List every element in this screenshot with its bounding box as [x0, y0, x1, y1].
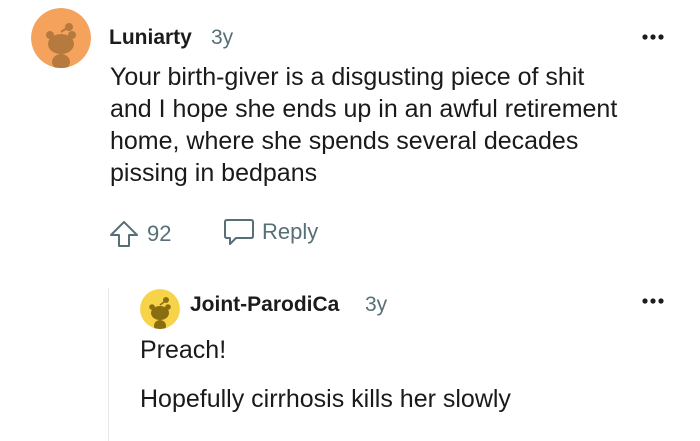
avatar[interactable]: [31, 8, 91, 68]
comment-body-line: pissing in bedpans: [110, 159, 318, 187]
reply-button[interactable]: Reply: [222, 216, 318, 248]
comment-bubble-icon: [224, 219, 254, 245]
comment-body-line: home, where she spends several decades: [110, 127, 579, 155]
reply-age: 3y: [365, 293, 388, 316]
reply-body-paragraph: Hopefully cirrhosis kills her slowly: [140, 385, 511, 413]
reply-author[interactable]: Joint-ParodiCa: [190, 293, 339, 317]
comment-body-line: Your birth-giver is a disgusting piece o…: [110, 63, 585, 91]
reply-more-options-button[interactable]: [640, 294, 668, 308]
reply-label: Reply: [262, 219, 319, 244]
upvote-count: 92: [147, 221, 172, 246]
snoo-avatar-icon: [31, 8, 91, 68]
ellipsis-icon: [642, 298, 664, 304]
comment-age: 3y: [211, 26, 234, 49]
reply-avatar[interactable]: [140, 289, 180, 329]
comment-body-line: and I hope she ends up in an awful retir…: [110, 95, 618, 123]
more-options-button[interactable]: [640, 30, 668, 44]
upvote-button[interactable]: 92: [108, 218, 171, 250]
upvote-arrow-icon: [110, 221, 138, 247]
comment-author[interactable]: Luniarty: [109, 26, 192, 50]
ellipsis-icon: [642, 34, 664, 40]
reply-body-paragraph: Preach!: [140, 336, 227, 364]
thread-line[interactable]: [108, 288, 109, 441]
snoo-avatar-icon: [140, 289, 180, 329]
